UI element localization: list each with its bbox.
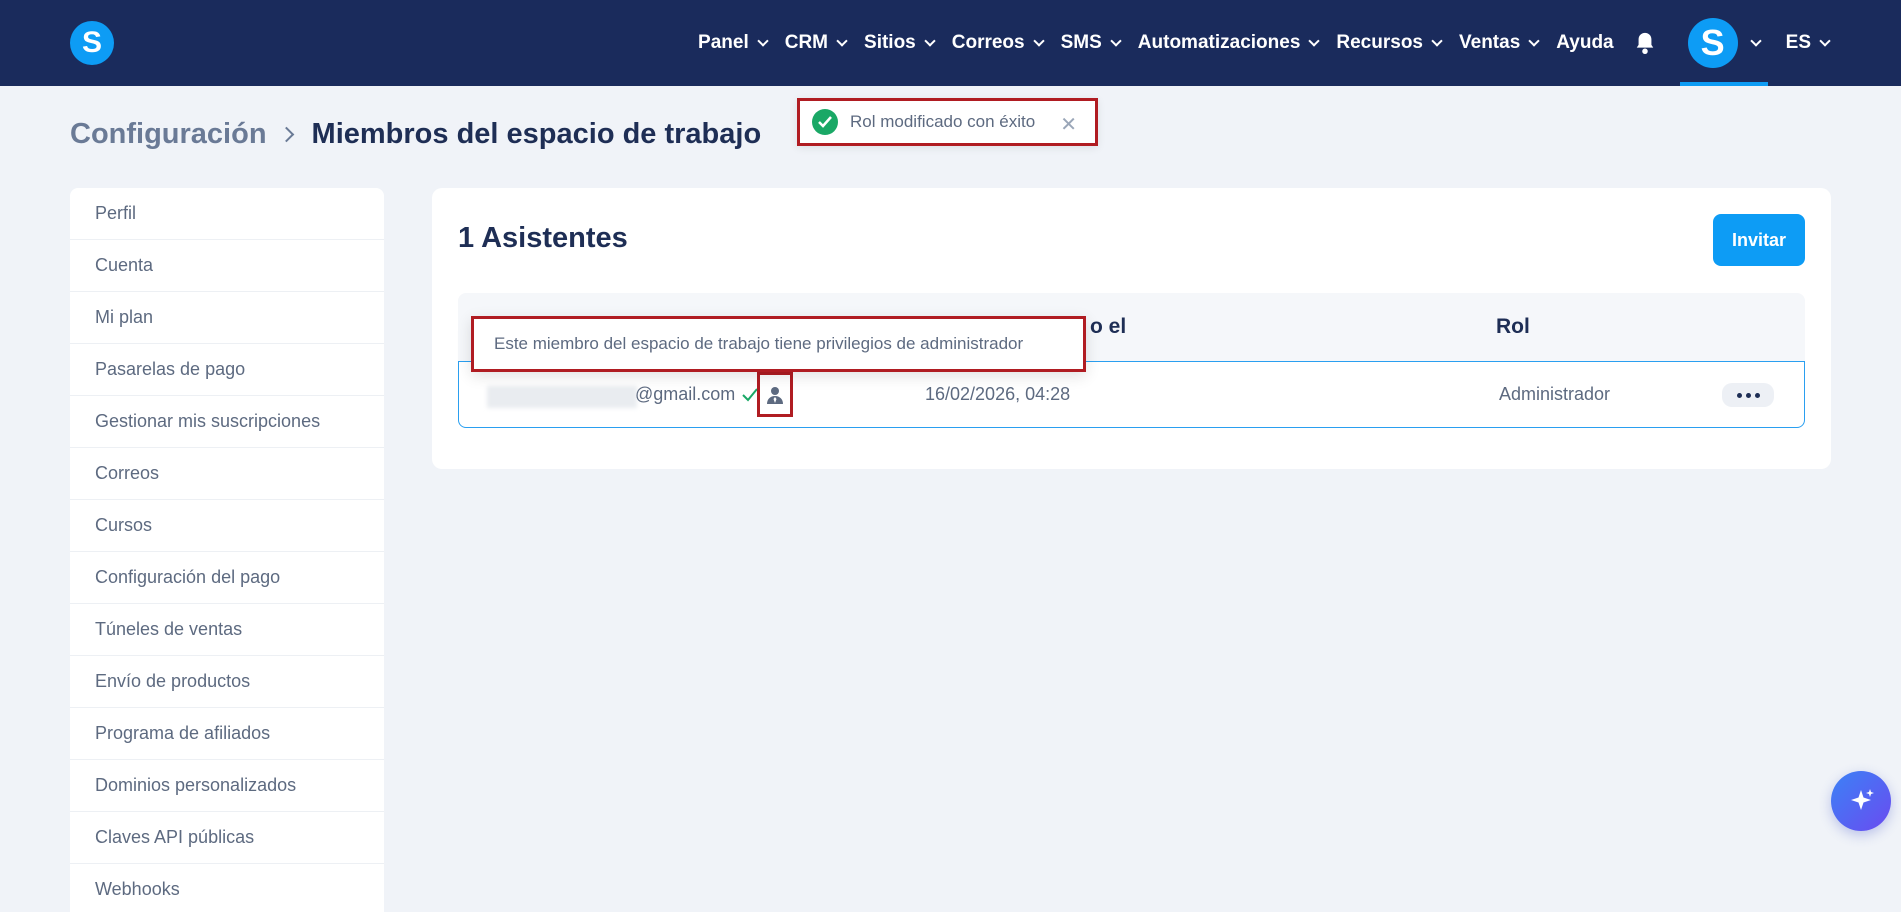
check-circle-icon	[812, 109, 838, 135]
admin-tooltip: Este miembro del espacio de trabajo tien…	[471, 316, 1086, 372]
settings-sidebar: Perfil Cuenta Mi plan Pasarelas de pago …	[70, 188, 384, 912]
chevron-down-icon	[1032, 34, 1045, 47]
column-header-date[interactable]: o el	[1090, 315, 1126, 339]
nav-ayuda[interactable]: Ayuda	[1556, 32, 1613, 54]
nav-recursos-label: Recursos	[1336, 32, 1423, 53]
chevron-down-icon	[1110, 34, 1122, 47]
more-icon-dot	[1736, 392, 1742, 398]
sidebar-item-correos[interactable]: Correos	[70, 448, 384, 500]
breadcrumb-parent[interactable]: Configuración	[70, 118, 267, 151]
nav-automatizaciones-label: Automatizaciones	[1137, 32, 1301, 53]
language-selector[interactable]: ES	[1785, 32, 1831, 54]
nav-automatizaciones[interactable]: Automatizaciones	[1137, 32, 1321, 54]
chevron-down-icon	[924, 34, 936, 47]
chevron-down-icon	[1308, 34, 1321, 47]
email-redacted	[487, 386, 637, 408]
sidebar-item-suscripciones[interactable]: Gestionar mis suscripciones	[70, 396, 384, 448]
more-icon-dot	[1745, 392, 1751, 398]
sidebar-item-webhooks[interactable]: Webhooks	[70, 864, 384, 912]
toast-message: Rol modificado con éxito	[850, 112, 1036, 131]
more-icon-dot	[1754, 392, 1760, 398]
chevron-down-icon	[1528, 34, 1540, 47]
sparkles-icon	[1851, 789, 1874, 810]
column-header-role[interactable]: Rol	[1496, 315, 1530, 339]
success-toast: Rol modificado con éxito ✕	[797, 98, 1098, 146]
app-logo[interactable]: S	[70, 21, 114, 65]
more-options-button[interactable]	[1722, 383, 1774, 407]
nav-sitios[interactable]: Sitios	[864, 32, 936, 54]
nav-correos-label: Correos	[951, 32, 1025, 53]
logo-letter: S	[81, 26, 102, 59]
ai-assistant-button[interactable]	[1831, 771, 1891, 831]
member-date: 16/02/2026, 04:28	[925, 384, 1071, 404]
nav-crm-label: CRM	[784, 32, 829, 53]
avatar: S	[1687, 18, 1738, 68]
nav-sms-label: SMS	[1060, 32, 1102, 53]
breadcrumb: Configuración Miembros del espacio de tr…	[70, 118, 761, 151]
sidebar-item-pasarelas-de-pago[interactable]: Pasarelas de pago	[70, 344, 384, 396]
admin-badge[interactable]	[757, 372, 793, 417]
nav-sitios-label: Sitios	[864, 32, 916, 53]
invite-button[interactable]: Invitar	[1713, 214, 1805, 266]
sidebar-item-perfil[interactable]: Perfil	[70, 188, 384, 240]
sidebar-item-dominios[interactable]: Dominios personalizados	[70, 760, 384, 812]
bell-icon[interactable]	[1634, 31, 1656, 55]
main-nav: Panel CRM Sitios Correos SMS Automatizac…	[698, 0, 1901, 86]
sidebar-item-claves-api[interactable]: Claves API públicas	[70, 812, 384, 864]
chevron-right-icon	[278, 126, 294, 143]
nav-ayuda-label: Ayuda	[1556, 32, 1614, 53]
nav-crm[interactable]: CRM	[784, 32, 848, 54]
chevron-down-icon	[757, 34, 769, 47]
sidebar-item-tuneles-ventas[interactable]: Túneles de ventas	[70, 604, 384, 656]
top-navigation-bar: S Panel CRM Sitios Correos SMS Automatiz…	[0, 0, 1901, 86]
nav-correos[interactable]: Correos	[951, 32, 1045, 54]
nav-panel[interactable]: Panel	[698, 32, 769, 54]
nav-panel-label: Panel	[698, 32, 749, 53]
admin-user-icon	[767, 386, 783, 404]
chevron-down-icon	[836, 34, 848, 47]
user-menu[interactable]: S	[1679, 0, 1768, 86]
nav-ventas-label: Ventas	[1459, 32, 1521, 53]
sidebar-item-cuenta[interactable]: Cuenta	[70, 240, 384, 292]
sidebar-item-envio-productos[interactable]: Envío de productos	[70, 656, 384, 708]
member-email: @gmail.com	[635, 384, 736, 404]
sidebar-item-configuracion-pago[interactable]: Configuración del pago	[70, 552, 384, 604]
page-title: Miembros del espacio de trabajo	[311, 118, 762, 150]
chevron-down-icon	[1819, 34, 1831, 47]
chevron-down-icon	[1749, 34, 1762, 47]
member-role: Administrador	[1499, 384, 1611, 404]
active-indicator	[1679, 82, 1768, 86]
close-icon[interactable]: ✕	[1060, 112, 1077, 137]
sidebar-item-afiliados[interactable]: Programa de afiliados	[70, 708, 384, 760]
nav-ventas[interactable]: Ventas	[1459, 32, 1540, 54]
sidebar-item-cursos[interactable]: Cursos	[70, 500, 384, 552]
members-count-title: 1 Asistentes	[458, 222, 628, 254]
nav-sms[interactable]: SMS	[1060, 32, 1122, 54]
avatar-letter: S	[1700, 22, 1725, 63]
language-label: ES	[1785, 32, 1811, 53]
chevron-down-icon	[1431, 34, 1443, 47]
sidebar-item-mi-plan[interactable]: Mi plan	[70, 292, 384, 344]
nav-recursos[interactable]: Recursos	[1336, 32, 1443, 54]
